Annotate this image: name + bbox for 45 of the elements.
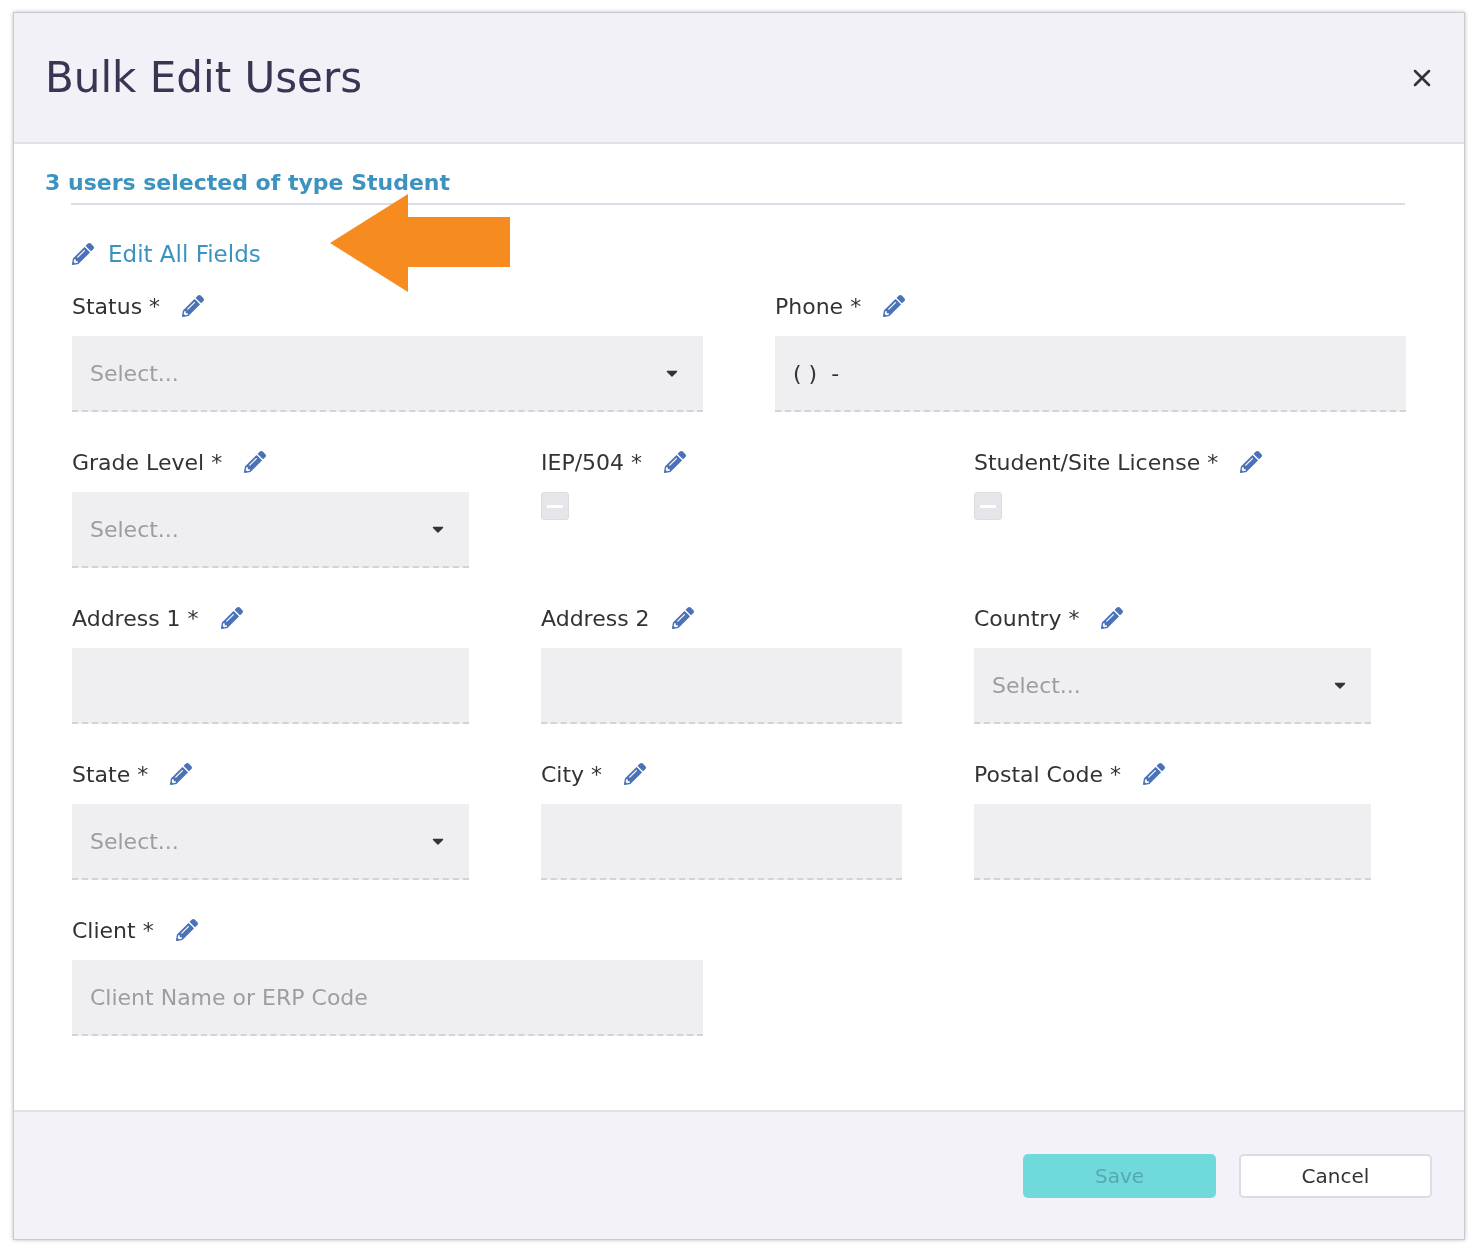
input-field[interactable] [974, 804, 1371, 880]
pencil-icon[interactable] [1240, 451, 1263, 473]
pencil-icon[interactable] [883, 295, 906, 317]
cancel-button[interactable]: Cancel [1239, 1153, 1432, 1198]
edit-all-fields-link[interactable]: Edit All Fields [72, 241, 261, 267]
field-label: State * [72, 761, 149, 787]
pencil-icon[interactable] [244, 451, 267, 473]
input-field[interactable] [72, 648, 469, 724]
pencil-icon[interactable] [220, 607, 243, 629]
input-field[interactable] [541, 804, 902, 880]
field-label: Postal Code * [974, 761, 1121, 787]
input-field[interactable]: Client Name or ERP Code [72, 960, 703, 1036]
input-field[interactable] [541, 648, 902, 724]
input-field[interactable]: ( ) - [775, 336, 1406, 412]
select-placeholder: Select... [90, 360, 179, 386]
pencil-icon[interactable] [175, 919, 198, 941]
select-field[interactable]: Select... [72, 336, 703, 412]
pencil-icon[interactable] [624, 763, 647, 785]
field-label: Client * [72, 917, 154, 943]
select-field[interactable]: Select... [72, 804, 469, 880]
field-label: Address 2 [541, 605, 650, 631]
select-placeholder: Select... [992, 672, 1081, 698]
field-label: City * [541, 761, 603, 787]
pencil-icon [72, 243, 94, 265]
field-label: Student/Site License * [974, 449, 1219, 475]
field-label: Country * [974, 605, 1080, 631]
select-placeholder: Select... [90, 828, 179, 854]
field-label: Phone * [775, 293, 862, 319]
pencil-icon[interactable] [182, 295, 205, 317]
pencil-icon[interactable] [170, 763, 193, 785]
pencil-icon[interactable] [664, 451, 687, 473]
field-label: IEP/504 * [541, 449, 643, 475]
field-label: Status * [72, 293, 161, 319]
pencil-icon[interactable] [1142, 763, 1165, 785]
pencil-icon[interactable] [671, 607, 694, 629]
field-label: Grade Level * [72, 449, 223, 475]
checkbox[interactable] [541, 492, 569, 520]
select-field[interactable]: Select... [974, 648, 1371, 724]
select-placeholder: Select... [90, 516, 179, 542]
checkbox[interactable] [974, 492, 1002, 520]
select-field[interactable]: Select... [72, 492, 469, 568]
field-label: Address 1 * [72, 605, 199, 631]
selection-summary: 3 users selected of type Student [44, 170, 451, 195]
dialog-title: Bulk Edit Users [45, 53, 363, 102]
pencil-icon[interactable] [1101, 607, 1124, 629]
